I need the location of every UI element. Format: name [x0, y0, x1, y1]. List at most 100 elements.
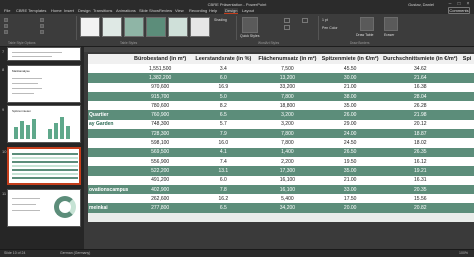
table-cell[interactable]: 24.50 — [319, 138, 381, 148]
data-table[interactable]: Bürobestand (in m²) Leerstandsrate (in %… — [88, 54, 474, 223]
row-label-cell[interactable] — [88, 175, 129, 185]
table-cell[interactable]: 45.50 — [319, 64, 381, 74]
row-label-cell[interactable] — [88, 138, 129, 148]
language-indicator[interactable]: German (Germany) — [60, 251, 90, 255]
table-cell[interactable]: 28.04 — [380, 91, 461, 102]
table-cell[interactable]: 18.02 — [380, 138, 461, 148]
row-label-cell[interactable] — [88, 64, 129, 74]
table-cell[interactable] — [460, 166, 474, 176]
table-cell[interactable]: 728,300 — [128, 129, 192, 139]
slide-thumbnail[interactable]: Marktanalyse — [7, 65, 81, 103]
table-cell[interactable]: 3,200 — [254, 110, 320, 120]
table-cell[interactable]: 262,600 — [128, 194, 192, 204]
table-cell[interactable]: 915,700 — [128, 91, 192, 102]
table-cell[interactable]: 21.98 — [380, 110, 461, 120]
table-cell[interactable]: 17.50 — [319, 194, 381, 204]
row-label-cell[interactable] — [88, 129, 129, 139]
table-cell[interactable]: 26.28 — [380, 101, 461, 111]
table-cell[interactable] — [460, 101, 474, 111]
table-cell[interactable]: 19.50 — [319, 156, 381, 167]
table-cell[interactable]: 21.64 — [380, 73, 461, 83]
table-cell[interactable]: 35.00 — [319, 101, 381, 111]
table-cell[interactable]: 402,900 — [128, 184, 192, 195]
table-cell[interactable]: 16,100 — [254, 184, 320, 195]
table-cell[interactable]: 8.2 — [191, 101, 255, 111]
slide-thumbnails-panel[interactable]: 7 8 Marktanalyse 9 Spitzenmieten 10 11 — [0, 47, 84, 257]
table-cell[interactable] — [460, 156, 474, 167]
row-label-cell[interactable] — [88, 194, 129, 204]
table-cell[interactable]: 16.31 — [380, 175, 461, 185]
table-cell[interactable] — [460, 175, 474, 185]
header-cell[interactable]: Spi — [460, 54, 474, 64]
banded-rows-checkbox[interactable] — [4, 30, 8, 34]
row-label-cell[interactable]: ovationscampus — [88, 184, 129, 195]
table-cell[interactable]: 4.1 — [191, 147, 255, 157]
table-cell[interactable]: 7.8 — [191, 184, 255, 195]
table-cell-empty[interactable] — [88, 212, 129, 223]
table-cell[interactable] — [460, 203, 474, 213]
table-cell[interactable]: 5.0 — [191, 91, 255, 102]
table-cell[interactable] — [460, 64, 474, 74]
table-cell[interactable]: 26.50 — [319, 147, 381, 157]
table-cell[interactable]: 21.00 — [319, 82, 381, 92]
table-cell[interactable]: 491,200 — [128, 175, 192, 185]
pen-weight[interactable]: 1 pt — [322, 18, 328, 22]
table-cell[interactable]: 1,400 — [254, 147, 320, 157]
pen-color-button[interactable]: Pen Color — [322, 26, 338, 30]
table-cell[interactable] — [460, 110, 474, 120]
table-cell[interactable]: 13.1 — [191, 166, 255, 176]
user-name[interactable]: Gustav, Daniel — [408, 2, 434, 7]
table-cell[interactable]: 29.00 — [319, 119, 381, 130]
table-cell[interactable]: 16.12 — [380, 156, 461, 167]
slide-thumbnail-selected[interactable] — [7, 147, 81, 185]
table-cell[interactable]: 7,800 — [254, 91, 320, 102]
table-cell[interactable]: 1,551,500 — [128, 64, 192, 74]
table-cell[interactable]: 6.0 — [191, 73, 255, 83]
table-cell[interactable]: 522,200 — [128, 166, 192, 176]
table-style-thumb-3[interactable] — [124, 17, 144, 37]
table-cell[interactable]: 6.5 — [191, 203, 255, 213]
table-cell[interactable] — [460, 147, 474, 157]
draw-table-icon[interactable] — [360, 17, 374, 31]
table-cell[interactable]: 6.5 — [191, 110, 255, 120]
text-effects-swatch[interactable] — [302, 18, 308, 23]
slide-thumbnail[interactable] — [7, 189, 81, 227]
table-cell[interactable]: 7.9 — [191, 129, 255, 139]
table-style-thumb-6[interactable] — [190, 17, 210, 37]
row-label-cell[interactable] — [88, 91, 129, 102]
header-cell[interactable]: Leerstandsrate (in %) — [191, 54, 255, 64]
quick-styles-button[interactable] — [242, 17, 258, 33]
table-style-thumb-5[interactable] — [168, 17, 188, 37]
table-cell[interactable] — [460, 138, 474, 148]
table-cell[interactable]: 16.0 — [191, 138, 255, 148]
table-cell[interactable]: 3.4 — [191, 64, 255, 74]
table-cell[interactable]: 33,200 — [254, 82, 320, 92]
row-label-cell[interactable]: meinkai — [88, 203, 129, 213]
table-cell-empty[interactable] — [191, 212, 255, 223]
table-cell[interactable] — [460, 129, 474, 139]
table-cell[interactable]: 277,800 — [128, 203, 192, 213]
table-cell[interactable]: 19.21 — [380, 166, 461, 176]
table-cell[interactable]: 26.35 — [380, 147, 461, 157]
row-label-cell[interactable] — [88, 101, 129, 111]
header-cell[interactable]: Flächenumsatz (in m²) — [254, 54, 320, 64]
table-cell[interactable]: 7.4 — [191, 156, 255, 167]
table-cell[interactable]: 17,300 — [254, 166, 320, 176]
table-cell[interactable]: 748,300 — [128, 119, 192, 130]
table-cell[interactable]: 20.35 — [380, 184, 461, 195]
table-cell[interactable]: 24.00 — [319, 129, 381, 139]
table-cell[interactable]: 780,600 — [128, 101, 192, 111]
comments-button[interactable]: Comments — [448, 7, 470, 14]
row-label-cell[interactable]: ay Garden — [88, 119, 129, 130]
table-style-thumb-1[interactable] — [80, 17, 100, 37]
shading-button[interactable]: Shading — [214, 18, 227, 22]
header-cell[interactable]: Spitzenmiete (in €/m²) — [319, 54, 381, 64]
banded-columns-checkbox[interactable] — [40, 30, 44, 34]
text-fill-swatch[interactable] — [284, 18, 290, 23]
row-label-cell[interactable]: Quartier — [88, 110, 129, 120]
table-cell[interactable]: 7,800 — [254, 129, 320, 139]
table-cell[interactable]: 760,900 — [128, 110, 192, 120]
table-cell-empty[interactable] — [128, 212, 192, 223]
table-cell[interactable]: 18.87 — [380, 129, 461, 139]
row-label-cell[interactable] — [88, 166, 129, 176]
